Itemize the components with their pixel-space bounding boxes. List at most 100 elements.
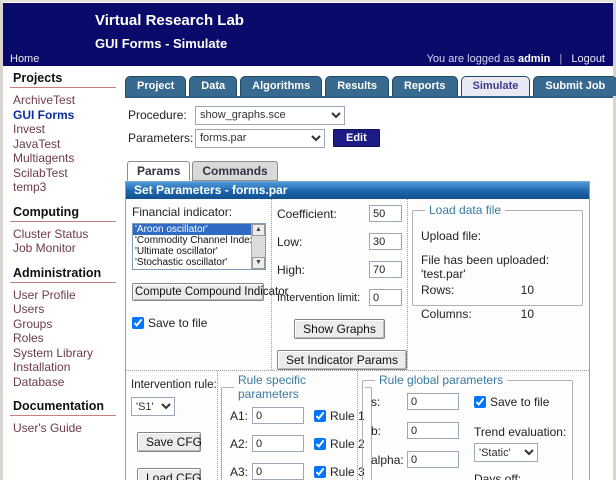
- app-window: Virtual Research Lab GUI Forms - Simulat…: [0, 0, 616, 480]
- coefficients-column: Coefficient: Low: High: Intervention lim…: [272, 199, 408, 370]
- rule-specific-fieldset: Rule specific parameters A1: Rule 1 A2:: [221, 373, 372, 480]
- sidebar-item-invest[interactable]: Invest: [10, 122, 122, 137]
- a1-label: A1:: [230, 408, 249, 423]
- sidebar-item-users-guide[interactable]: User's Guide: [10, 421, 122, 436]
- page-header: Virtual Research Lab GUI Forms - Simulat…: [3, 3, 613, 66]
- sidebar-heading-administration: Administration: [10, 266, 116, 283]
- separator: |: [559, 52, 563, 65]
- sidebar-heading-projects: Projects: [10, 71, 116, 88]
- financial-indicator-listbox[interactable]: 'Aroon oscillator' 'Commodity Channel In…: [132, 223, 266, 270]
- sidebar-heading-computing: Computing: [10, 205, 116, 222]
- high-label: High:: [277, 262, 306, 277]
- a1-input[interactable]: [252, 407, 304, 424]
- tab-simulate[interactable]: Simulate: [460, 76, 531, 96]
- sidebar-item-multiagents[interactable]: Multiagents: [10, 151, 122, 166]
- sidebar-item-gui-forms[interactable]: GUI Forms: [10, 108, 122, 123]
- show-graphs-button[interactable]: Show Graphs: [294, 319, 385, 339]
- sidebar-item-cluster-status[interactable]: Cluster Status: [10, 227, 122, 242]
- coefficient-input[interactable]: [369, 205, 402, 222]
- sidebar-item-temp3[interactable]: temp3: [10, 180, 122, 195]
- rule1-checkbox[interactable]: [314, 409, 326, 422]
- tab-data[interactable]: Data: [189, 76, 238, 96]
- home-link[interactable]: Home: [10, 53, 39, 65]
- sidebar-item-system-library[interactable]: System Library: [10, 346, 122, 361]
- sidebar-item-installation[interactable]: Installation: [10, 360, 122, 375]
- save-to-file-row: Save to file: [132, 316, 267, 330]
- logout-link[interactable]: Logout: [571, 53, 605, 65]
- coefficient-label: Coefficient:: [277, 206, 337, 221]
- columns-label: Columns:: [421, 307, 472, 321]
- rule3-checkbox[interactable]: [314, 465, 326, 478]
- low-input[interactable]: [369, 233, 402, 250]
- b-label: b:: [371, 423, 382, 438]
- uploaded-status-text: File has been uploaded: 'test.par': [421, 253, 550, 281]
- intervention-limit-input[interactable]: [369, 289, 402, 306]
- username: admin: [517, 52, 551, 65]
- high-input[interactable]: [369, 261, 402, 278]
- intervention-rule-select[interactable]: 'S1': [131, 397, 175, 416]
- set-parameters-panel: Set Parameters - forms.par Financial ind…: [125, 181, 590, 480]
- global-save-checkbox[interactable]: [474, 396, 486, 408]
- logged-in-text: You are logged as admin: [426, 52, 551, 65]
- scroll-down-icon[interactable]: ▼: [252, 257, 265, 269]
- sidebar: Projects ArchiveTest GUI Forms Invest Ja…: [10, 68, 122, 436]
- panel-bottom-section: Intervention rule: 'S1' Save CFG Load CF…: [126, 371, 589, 480]
- scroll-up-icon[interactable]: ▲: [252, 224, 265, 236]
- subtab-params[interactable]: Params: [127, 161, 191, 181]
- listbox-option-aroon[interactable]: 'Aroon oscillator': [133, 224, 251, 235]
- sidebar-item-groups[interactable]: Groups: [10, 317, 122, 332]
- alpha-input[interactable]: [407, 451, 459, 468]
- main-tabstrip: Project Data Algorithms Results Reports …: [125, 76, 616, 98]
- b-input[interactable]: [407, 422, 459, 439]
- procedure-label: Procedure:: [128, 108, 187, 122]
- sidebar-item-job-monitor[interactable]: Job Monitor: [10, 241, 122, 256]
- edit-button[interactable]: Edit: [333, 129, 380, 147]
- sidebar-item-users[interactable]: Users: [10, 302, 122, 317]
- sidebar-item-scilabtest[interactable]: ScilabTest: [10, 166, 122, 181]
- sidebar-heading-documentation: Documentation: [10, 399, 116, 416]
- sidebar-item-user-profile[interactable]: User Profile: [10, 288, 122, 303]
- save-cfg-button[interactable]: Save CFG: [137, 432, 202, 452]
- alpha-label: alpha:: [371, 452, 404, 467]
- a3-label: A3:: [230, 464, 249, 479]
- s-input[interactable]: [407, 393, 459, 410]
- listbox-option-ultimate[interactable]: 'Ultimate oscillator': [133, 246, 251, 257]
- sidebar-item-roles[interactable]: Roles: [10, 331, 122, 346]
- page-title: GUI Forms - Simulate: [95, 36, 228, 51]
- rule2-checkbox[interactable]: [314, 437, 326, 450]
- procedure-select[interactable]: show_graphs.sce: [195, 105, 345, 125]
- params-subtabs: Params Commands: [127, 161, 613, 181]
- compute-compound-indicator-button[interactable]: Compute Compound Indicator: [132, 283, 288, 301]
- tab-project[interactable]: Project: [125, 76, 187, 96]
- parameters-select[interactable]: forms.par: [195, 128, 325, 148]
- tab-algorithms[interactable]: Algorithms: [240, 76, 323, 96]
- header-bar: Home You are logged as admin | Logout: [3, 50, 613, 66]
- low-label: Low:: [277, 234, 303, 249]
- sidebar-item-database[interactable]: Database: [10, 375, 122, 390]
- sidebar-item-javatest[interactable]: JavaTest: [10, 137, 122, 152]
- listbox-scrollbar[interactable]: ▲ ▼: [251, 224, 265, 269]
- load-cfg-button[interactable]: Load CFG: [137, 468, 201, 480]
- rule-specific-legend: Rule specific parameters: [238, 373, 307, 401]
- app-title: Virtual Research Lab: [95, 12, 244, 29]
- listbox-option-stochastic[interactable]: 'Stochastic oscillator': [133, 257, 251, 268]
- subtab-commands[interactable]: Commands: [192, 161, 278, 181]
- sidebar-item-archivetest[interactable]: ArchiveTest: [10, 93, 122, 108]
- rule-global-fieldset: Rule global parameters s: b:: [362, 373, 574, 480]
- rows-value: 10: [520, 283, 534, 297]
- tab-results[interactable]: Results: [325, 76, 389, 96]
- set-indicator-params-button[interactable]: Set Indicator Params: [277, 350, 408, 370]
- panel-top-section: Financial indicator: 'Aroon oscillator' …: [126, 199, 589, 371]
- s-label: s:: [371, 394, 381, 409]
- panel-title: Set Parameters - forms.par: [126, 182, 589, 199]
- rows-line: Rows: 10: [421, 283, 574, 297]
- trend-evaluation-select[interactable]: 'Static': [474, 443, 538, 462]
- listbox-option-cci[interactable]: 'Commodity Channel Index': [133, 235, 257, 246]
- tab-submit-job[interactable]: Submit Job: [533, 76, 616, 96]
- save-to-file-label: Save to file: [148, 316, 208, 330]
- a3-input[interactable]: [252, 463, 304, 480]
- a2-input[interactable]: [252, 435, 304, 452]
- tab-reports[interactable]: Reports: [391, 76, 458, 96]
- days-off-label: Days off:: [474, 472, 522, 480]
- save-to-file-checkbox[interactable]: [132, 317, 144, 329]
